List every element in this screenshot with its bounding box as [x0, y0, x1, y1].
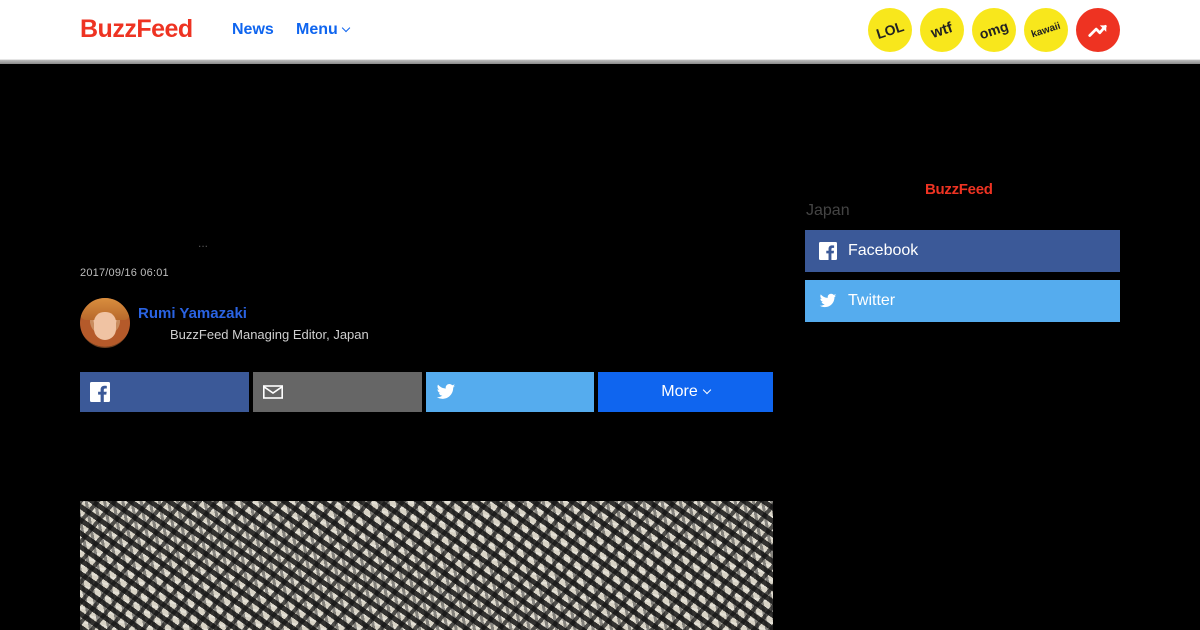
twitter-icon [436, 384, 456, 399]
author-name-link[interactable]: Rumi Yamazaki [138, 305, 247, 322]
nav-menu-dropdown[interactable]: Menu [296, 20, 351, 40]
share-facebook-button[interactable] [80, 372, 249, 412]
nav-menu-label: Menu [296, 21, 338, 38]
header-divider [0, 60, 1200, 64]
share-email-button[interactable] [253, 372, 422, 412]
site-header: BuzzFeed News Menu LOL wtf omg kawaii [0, 0, 1200, 60]
sidebar-facebook-label: Facebook [848, 242, 919, 259]
share-twitter-button[interactable] [426, 372, 594, 412]
sidebar-buzzfeed-logo: BuzzFeed [925, 181, 993, 198]
badge-kawaii-label: kawaii [1030, 20, 1062, 40]
chevron-down-icon [341, 23, 351, 33]
badge-lol-label: LOL [874, 18, 906, 42]
share-more-label: More [661, 383, 698, 400]
avatar-face [94, 312, 116, 340]
trending-button[interactable] [1076, 8, 1120, 52]
author-title: BuzzFeed Managing Editor, Japan [170, 327, 369, 342]
facebook-icon [90, 382, 110, 402]
badge-wtf[interactable]: wtf [920, 8, 964, 52]
article-hero-image [80, 501, 773, 630]
sidebar-twitter-button[interactable]: Twitter [805, 280, 1120, 322]
buzzfeed-logo[interactable]: BuzzFeed [80, 14, 193, 44]
author-avatar[interactable] [80, 298, 130, 348]
sidebar-twitter-label: Twitter [848, 292, 896, 309]
mail-icon [263, 385, 283, 399]
sidebar-region-label: Japan [806, 202, 850, 219]
twitter-icon [819, 293, 837, 308]
chevron-down-icon [702, 385, 711, 395]
badge-lol[interactable]: LOL [868, 8, 912, 52]
sidebar-facebook-button[interactable]: Facebook [805, 230, 1120, 272]
badge-omg-label: omg [977, 17, 1011, 43]
badge-omg[interactable]: omg [972, 8, 1016, 52]
article-timestamp: 2017/09/16 06:01 [80, 267, 169, 279]
badge-wtf-label: wtf [929, 18, 955, 42]
nav-news-link[interactable]: News [232, 20, 274, 40]
share-more-button[interactable]: More [598, 372, 773, 412]
trending-arrow-icon [1088, 24, 1107, 37]
facebook-icon [819, 242, 837, 260]
title-ellipsis: ... [198, 236, 209, 250]
badge-kawaii[interactable]: kawaii [1024, 8, 1068, 52]
